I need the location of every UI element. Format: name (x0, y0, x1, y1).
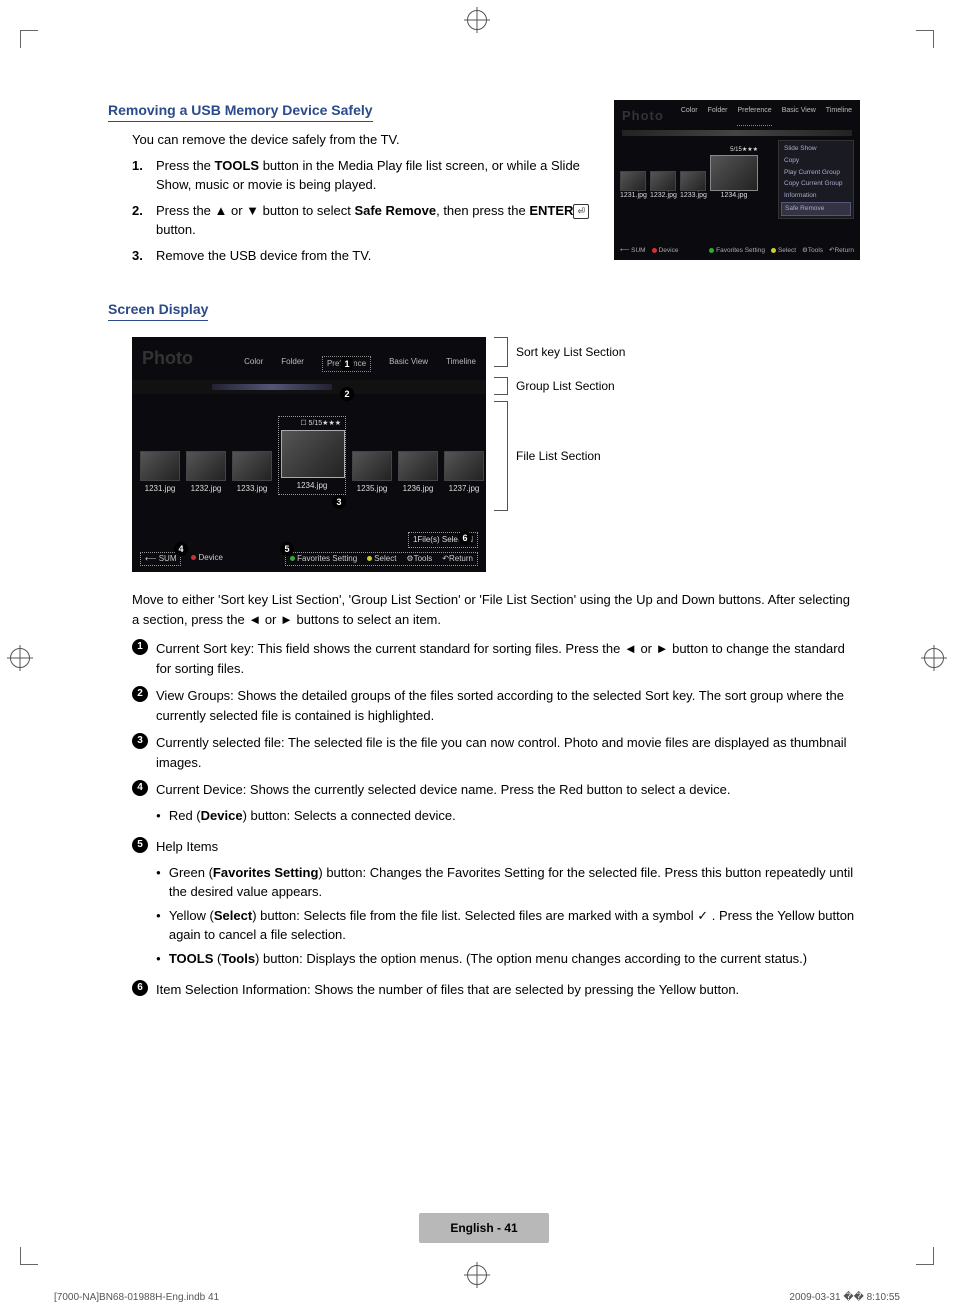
callout-3: 3 (332, 495, 346, 509)
tv2-tab: Color (244, 356, 263, 372)
explain-item-5: 5Help ItemsGreen (Favorites Setting) but… (132, 837, 860, 972)
crop-mark (20, 1247, 38, 1265)
explain-item-2: 2View Groups: Shows the detailed groups … (132, 686, 860, 725)
explain-intro: Move to either 'Sort key List Section', … (132, 590, 860, 629)
tv-thumb: 1231.jpg (620, 171, 646, 202)
circle-num-icon: 1 (132, 639, 148, 655)
explain-item-1: 1Current Sort key: This field shows the … (132, 639, 860, 678)
tv-tab-selected: Preference (737, 106, 771, 126)
tv-photo-label: Photo (622, 106, 664, 126)
tv-screenshot-small: Photo Color Folder Preference Basic View… (614, 100, 860, 260)
tv2-tab: Basic View (389, 356, 428, 372)
intro-text: You can remove the device safely from th… (132, 130, 600, 150)
step-1: 1. Press the TOOLS button in the Media P… (132, 156, 600, 195)
tv2-thumb: 1232.jpg (186, 451, 226, 495)
sub-bullet: Yellow (Select) button: Selects file fro… (156, 906, 860, 945)
sub-bullet: TOOLS (Tools) button: Displays the optio… (156, 949, 860, 969)
explain-item-4: 4Current Device: Shows the currently sel… (132, 780, 860, 829)
step-3: 3. Remove the USB device from the TV. (132, 246, 600, 266)
page-number-bar: English - 41 (419, 1213, 549, 1243)
tv2-thumb: 1237.jpg (444, 451, 484, 495)
tv-thumb-selected: 5/15★★★1234.jpg (710, 146, 758, 202)
step-2: 2. Press the ▲ or ▼ button to select Saf… (132, 201, 600, 240)
crop-mark (916, 1247, 934, 1265)
circle-num-icon: 5 (132, 837, 148, 853)
tv-context-menu: Slide Show Copy Play Current Group Copy … (778, 140, 854, 219)
circle-num-icon: 4 (132, 780, 148, 796)
tv2-thumb: 1236.jpg (398, 451, 438, 495)
tv-thumb: 1232.jpg (650, 171, 676, 202)
tv-menu-safe-remove: Safe Remove (781, 202, 851, 216)
callout-5: 5 (280, 542, 294, 556)
print-footer-left: [7000-NA]BN68-01988H-Eng.indb 41 (54, 1290, 219, 1305)
enter-icon: ⏎ (573, 204, 589, 220)
section-heading-screen-display: Screen Display (108, 299, 208, 321)
tv2-thumb: 1231.jpg (140, 451, 180, 495)
label-group-list: Group List Section (494, 377, 625, 395)
explain-item-6: 6Item Selection Information: Shows the n… (132, 980, 860, 1000)
callout-6: 6 (458, 531, 472, 545)
tv2-group-bar (132, 380, 486, 394)
section-heading-usb: Removing a USB Memory Device Safely (108, 100, 373, 122)
tv2-thumb: 1235.jpg (352, 451, 392, 495)
circle-num-icon: 2 (132, 686, 148, 702)
label-file-list: File List Section (494, 401, 625, 511)
explain-item-3: 3Currently selected file: The selected f… (132, 733, 860, 772)
circle-num-icon: 6 (132, 980, 148, 996)
tv-tab: Timeline (826, 106, 852, 126)
tv-tab: Color (681, 106, 698, 126)
tv2-thumb: 1233.jpg (232, 451, 272, 495)
callout-1: 1 (340, 357, 354, 371)
registration-mark-icon (467, 10, 487, 30)
registration-mark-icon (924, 648, 944, 668)
circle-num-icon: 3 (132, 733, 148, 749)
label-sort-key: Sort key List Section (494, 337, 625, 367)
print-footer-right: 2009-03-31 �� 8:10:55 (789, 1290, 900, 1305)
callout-4: 4 (174, 542, 188, 556)
sub-bullet: Red (Device) button: Selects a connected… (156, 806, 860, 826)
sub-bullet: Green (Favorites Setting) button: Change… (156, 863, 860, 902)
registration-mark-icon (10, 648, 30, 668)
crop-mark (916, 30, 934, 48)
tv-tab: Basic View (782, 106, 816, 126)
tv2-tab: Timeline (446, 356, 476, 372)
registration-mark-icon (467, 1265, 487, 1285)
tv-group-bar (622, 130, 852, 136)
tv2-tab: Folder (281, 356, 304, 372)
callout-2: 2 (340, 387, 354, 401)
tv-thumb: 1233.jpg (680, 171, 706, 202)
tv2-photo-label: Photo (142, 345, 193, 372)
tv-tab: Folder (708, 106, 728, 126)
crop-mark (20, 30, 38, 48)
tv-screenshot-diagram: Photo Color Folder Preference Basic View… (132, 337, 486, 572)
tv2-thumb-selected: ☐ 5/15★★★1234.jpg (278, 416, 346, 495)
